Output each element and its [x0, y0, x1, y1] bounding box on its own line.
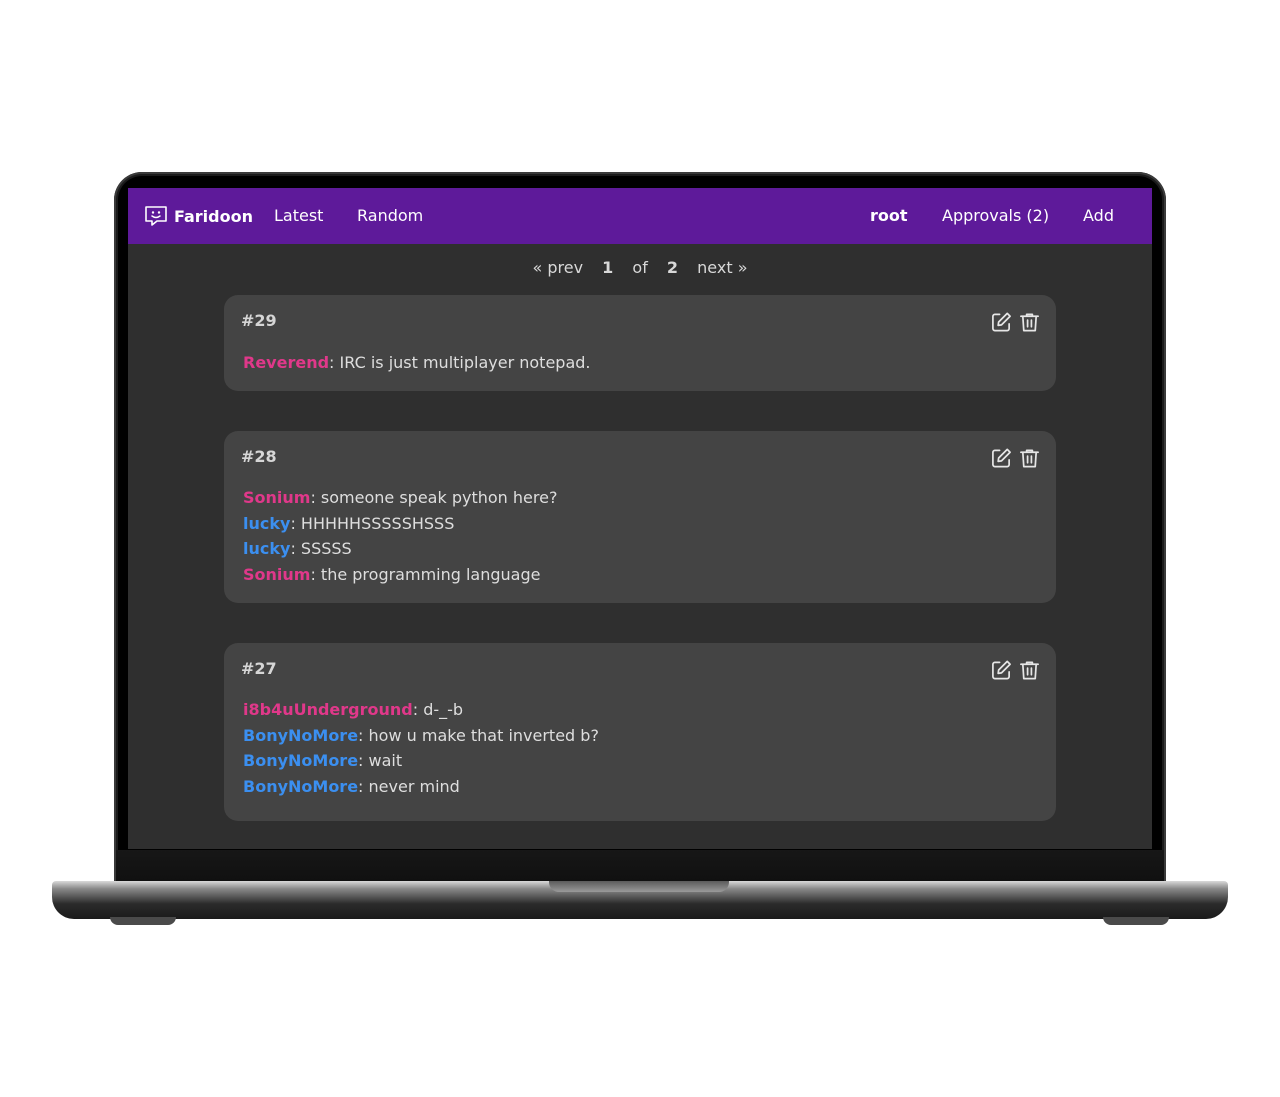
edit-icon[interactable] [991, 447, 1012, 469]
message: : IRC is just multiplayer notepad. [329, 353, 591, 372]
edit-icon[interactable] [991, 311, 1012, 333]
screen: Faridoon Latest Random root Approvals (2… [128, 188, 1152, 849]
laptop-foot-right [1103, 917, 1169, 925]
nick: i8b4uUnderground [243, 700, 413, 719]
quote-card: #27 i8b4uUnderground: d-_-b BonyNoMore: … [224, 643, 1056, 821]
quote-actions [991, 659, 1040, 681]
quote-card: #29 Reverend: IRC is just multiplayer no… [224, 295, 1056, 391]
quote-line: Sonium: someone speak python here? [243, 485, 557, 511]
nav-approvals[interactable]: Approvals (2) [942, 188, 1049, 244]
laptop-hinge [116, 850, 1164, 882]
quote-line: BonyNoMore: never mind [243, 774, 599, 800]
nick: Sonium [243, 565, 311, 585]
nav-add[interactable]: Add [1083, 188, 1114, 244]
message: : SSSSS [290, 539, 352, 559]
nick: Reverend [243, 353, 330, 372]
nick: BonyNoMore [243, 777, 359, 797]
quote-id: #29 [241, 311, 277, 330]
chat-smile-icon [145, 206, 167, 226]
quote-line: BonyNoMore: how u make that inverted b? [243, 723, 599, 749]
nav-random[interactable]: Random [357, 188, 423, 244]
laptop-notch [549, 881, 729, 892]
nick: lucky [243, 539, 291, 559]
quote-line: Sonium: the programming language [243, 562, 557, 588]
quote-actions [991, 311, 1040, 333]
nick: BonyNoMore [243, 725, 359, 745]
message: : never mind [358, 777, 460, 797]
quote-lines: Sonium: someone speak python here? lucky… [243, 485, 557, 588]
prev-page-link[interactable]: « prev [533, 258, 584, 277]
quote-actions [991, 447, 1040, 469]
quote-lines: Reverend: IRC is just multiplayer notepa… [243, 350, 591, 376]
nick: Sonium [243, 488, 311, 507]
quote-line: lucky: SSSSS [243, 536, 557, 562]
page-of-label: of [632, 258, 648, 277]
nav-user-root[interactable]: root [870, 188, 908, 244]
pagination: « prev 1 of 2 next » [128, 258, 1152, 277]
message: : wait [358, 751, 403, 771]
laptop-foot-left [110, 917, 176, 925]
quote-id: #27 [241, 659, 277, 678]
quote-line: i8b4uUnderground: d-_-b [243, 697, 599, 723]
next-page-link[interactable]: next » [697, 258, 747, 277]
quote-line: Reverend: IRC is just multiplayer notepa… [243, 350, 591, 376]
message: : the programming language [310, 565, 541, 585]
edit-icon[interactable] [991, 659, 1012, 681]
total-pages: 2 [666, 258, 679, 277]
quote-line: BonyNoMore: wait [243, 748, 599, 774]
brand[interactable]: Faridoon [144, 188, 253, 244]
nick: lucky [243, 513, 291, 533]
message: : HHHHHSSSSSHSSS [290, 513, 455, 533]
trash-icon[interactable] [1019, 659, 1040, 681]
message: : d-_-b [412, 700, 464, 719]
nav-latest[interactable]: Latest [274, 188, 323, 244]
navbar: Faridoon Latest Random root Approvals (2… [128, 188, 1152, 244]
trash-icon[interactable] [1019, 447, 1040, 469]
brand-name: Faridoon [174, 206, 253, 226]
nick: BonyNoMore [243, 751, 359, 771]
quote-lines: i8b4uUnderground: d-_-b BonyNoMore: how … [243, 697, 599, 800]
quote-card: #28 Sonium: someone speak python here? l… [224, 431, 1056, 603]
message: : someone speak python here? [310, 488, 558, 507]
current-page: 1 [602, 258, 614, 277]
quote-id: #28 [241, 447, 277, 466]
trash-icon[interactable] [1019, 311, 1040, 333]
message: : how u make that inverted b? [358, 725, 599, 745]
quote-line: lucky: HHHHHSSSSSHSSS [243, 511, 557, 537]
